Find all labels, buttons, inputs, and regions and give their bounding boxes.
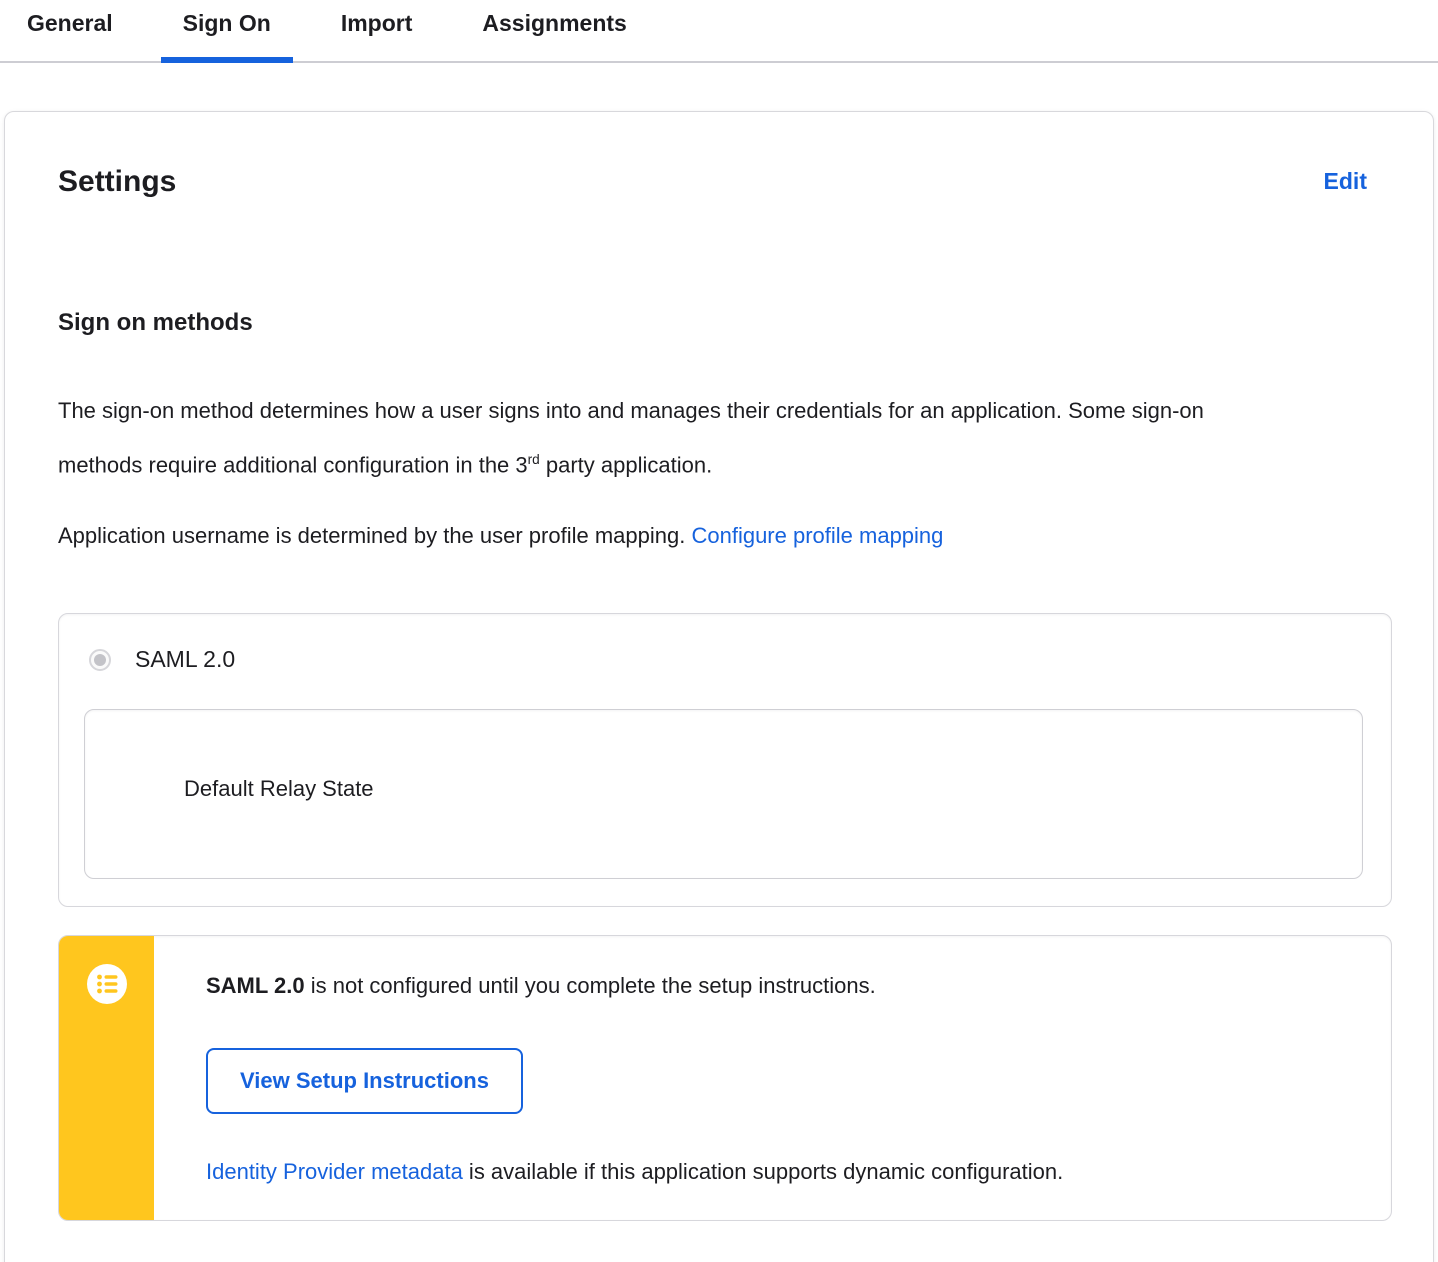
default-relay-state-label: Default Relay State xyxy=(184,776,374,802)
relay-state-box: Default Relay State xyxy=(84,709,1363,880)
view-setup-instructions-button[interactable]: View Setup Instructions xyxy=(206,1048,523,1115)
warning-strip xyxy=(59,936,154,1221)
sign-on-methods-description: The sign-on method determines how a user… xyxy=(58,386,1288,489)
saml-method-box: SAML 2.0 Default Relay State xyxy=(58,613,1392,908)
identity-provider-metadata-link[interactable]: Identity Provider metadata xyxy=(206,1159,463,1184)
username-mapping-line: Application username is determined by th… xyxy=(58,511,1288,560)
tab-bar: General Sign On Import Assignments xyxy=(0,0,1438,63)
username-mapping-text: Application username is determined by th… xyxy=(58,523,692,549)
settings-card-header: Settings Edit xyxy=(58,163,1392,200)
tab-general[interactable]: General xyxy=(5,10,135,61)
saml-warning-callout: SAML 2.0 is not configured until you com… xyxy=(58,935,1392,1222)
saml-radio[interactable] xyxy=(89,648,111,671)
saml-radio-label: SAML 2.0 xyxy=(135,646,236,673)
description-text-tail: party application. xyxy=(539,452,713,478)
page-title: Settings xyxy=(58,165,177,198)
tab-sign-on[interactable]: Sign On xyxy=(160,10,294,63)
callout-message-bold: SAML 2.0 xyxy=(206,973,305,999)
configure-profile-mapping-link[interactable]: Configure profile mapping xyxy=(691,523,943,548)
tab-import[interactable]: Import xyxy=(319,10,435,61)
settings-card: Settings Edit Sign on methods The sign-o… xyxy=(4,111,1434,1262)
description-superscript: rd xyxy=(527,452,540,467)
saml-radio-row: SAML 2.0 xyxy=(89,646,1363,673)
callout-message-text: is not configured until you complete the… xyxy=(304,973,876,999)
sign-on-methods-heading: Sign on methods xyxy=(58,309,253,336)
tab-assignments[interactable]: Assignments xyxy=(460,10,648,61)
saml-radio-dot xyxy=(94,653,106,666)
edit-button[interactable]: Edit xyxy=(1324,168,1367,195)
callout-body: SAML 2.0 is not configured until you com… xyxy=(154,936,1391,1220)
callout-message: SAML 2.0 is not configured until you com… xyxy=(206,972,1371,1000)
list-icon xyxy=(86,964,127,1009)
metadata-line: Identity Provider metadata is available … xyxy=(206,1158,1371,1186)
metadata-text: is available if this application support… xyxy=(462,1159,1064,1185)
